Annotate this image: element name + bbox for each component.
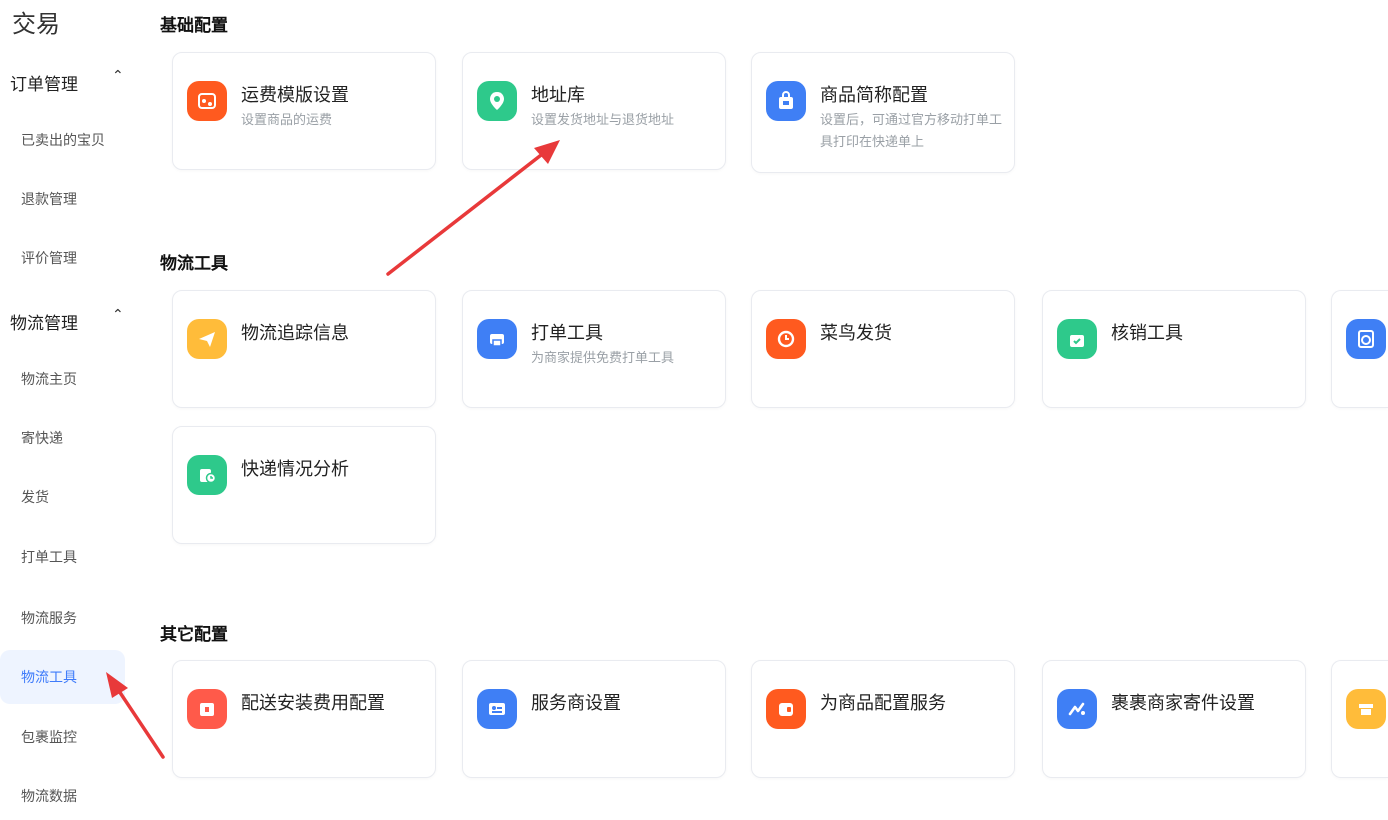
sidebar-item-logistics-service[interactable]: 物流服务 xyxy=(0,594,125,642)
card-verify-tool[interactable]: 核销工具 xyxy=(1042,290,1306,408)
chevron-up-icon: ⌃ xyxy=(112,68,124,84)
card-partial-box[interactable] xyxy=(1331,660,1388,778)
sidebar-item-print-tool[interactable]: 打单工具 xyxy=(0,533,125,581)
printer-icon xyxy=(477,319,517,359)
card-freight-template[interactable]: 运费模版设置 设置商品的运费 xyxy=(172,52,436,170)
card-title: 为商品配置服务 xyxy=(820,693,946,714)
sidebar-item-review[interactable]: 评价管理 xyxy=(0,234,125,282)
card-title: 裹裹商家寄件设置 xyxy=(1111,693,1255,714)
send-plane-icon xyxy=(187,319,227,359)
sidebar-item-logistics-data[interactable]: 物流数据 xyxy=(0,772,125,820)
group-order-management[interactable]: 订单管理 ⌃ xyxy=(10,68,124,95)
card-title: 运费模版设置 xyxy=(241,85,349,106)
group-label: 物流管理 xyxy=(10,314,78,334)
location-pin-icon xyxy=(477,81,517,121)
card-print-tool[interactable]: 打单工具 为商家提供免费打单工具 xyxy=(462,290,726,408)
card-title: 核销工具 xyxy=(1111,323,1183,344)
card-title: 菜鸟发货 xyxy=(820,323,892,344)
cainiao-icon xyxy=(766,319,806,359)
sidebar-item-logistics-tools[interactable]: 物流工具 xyxy=(0,650,125,704)
service-config-icon xyxy=(766,689,806,729)
chevron-up-icon: ⌃ xyxy=(112,307,124,323)
group-label: 订单管理 xyxy=(10,75,78,95)
sidebar-item-package-monitor[interactable]: 包裹监控 xyxy=(0,713,125,761)
card-desc: 为商家提供免费打单工具 xyxy=(531,351,675,366)
section-title-logistics-tools: 物流工具 xyxy=(160,254,228,274)
verify-bag-icon xyxy=(1057,319,1097,359)
box-icon xyxy=(1346,689,1386,729)
card-address-book[interactable]: 地址库 设置发货地址与退货地址 xyxy=(462,52,726,170)
card-title: 配送安装费用配置 xyxy=(241,693,385,714)
sidebar-item-refund[interactable]: 退款管理 xyxy=(0,175,125,223)
section-title-basic: 基础配置 xyxy=(160,16,228,36)
group-logistics-management[interactable]: 物流管理 ⌃ xyxy=(10,307,124,334)
card-product-short-name[interactable]: 商品简称配置 设置后，可通过官方移动打单工具打印在快递单上 xyxy=(751,52,1015,173)
card-title: 地址库 xyxy=(531,85,585,106)
sidebar-item-ship[interactable]: 发货 xyxy=(0,473,125,521)
guoguo-icon xyxy=(1057,689,1097,729)
card-product-service-config[interactable]: 为商品配置服务 xyxy=(751,660,1015,778)
section-title-other: 其它配置 xyxy=(160,625,228,645)
card-title: 打单工具 xyxy=(531,323,603,344)
delivery-install-icon xyxy=(187,689,227,729)
card-delivery-install-fee[interactable]: 配送安装费用配置 xyxy=(172,660,436,778)
washer-icon xyxy=(1346,319,1386,359)
card-title: 物流追踪信息 xyxy=(241,323,349,344)
card-desc: 设置后，可通过官方移动打单工具打印在快递单上 xyxy=(820,113,1003,150)
app-title: 交易 xyxy=(12,10,60,38)
provider-card-icon xyxy=(477,689,517,729)
sidebar-item-sold[interactable]: 已卖出的宝贝 xyxy=(0,116,125,164)
sidebar-item-logistics-home[interactable]: 物流主页 xyxy=(0,355,125,403)
card-title: 快递情况分析 xyxy=(241,459,349,480)
product-bag-icon xyxy=(766,81,806,121)
sidebar: 交易 订单管理 ⌃ 已卖出的宝贝 退款管理 评价管理 物流管理 ⌃ 物流主页 寄… xyxy=(0,0,150,816)
card-desc: 设置商品的运费 xyxy=(241,113,333,128)
card-title: 商品简称配置 xyxy=(820,85,928,106)
card-title: 服务商设置 xyxy=(531,693,621,714)
card-express-analysis[interactable]: 快递情况分析 xyxy=(172,426,436,544)
sidebar-item-send-express[interactable]: 寄快递 xyxy=(0,414,125,462)
card-partial-washer[interactable] xyxy=(1331,290,1388,408)
card-desc: 设置发货地址与退货地址 xyxy=(531,113,675,128)
card-guoguo-merchant-send[interactable]: 裹裹商家寄件设置 xyxy=(1042,660,1306,778)
express-analysis-icon xyxy=(187,455,227,495)
card-tracking-info[interactable]: 物流追踪信息 xyxy=(172,290,436,408)
card-provider-settings[interactable]: 服务商设置 xyxy=(462,660,726,778)
freight-template-icon xyxy=(187,81,227,121)
card-cainiao-ship[interactable]: 菜鸟发货 xyxy=(751,290,1015,408)
